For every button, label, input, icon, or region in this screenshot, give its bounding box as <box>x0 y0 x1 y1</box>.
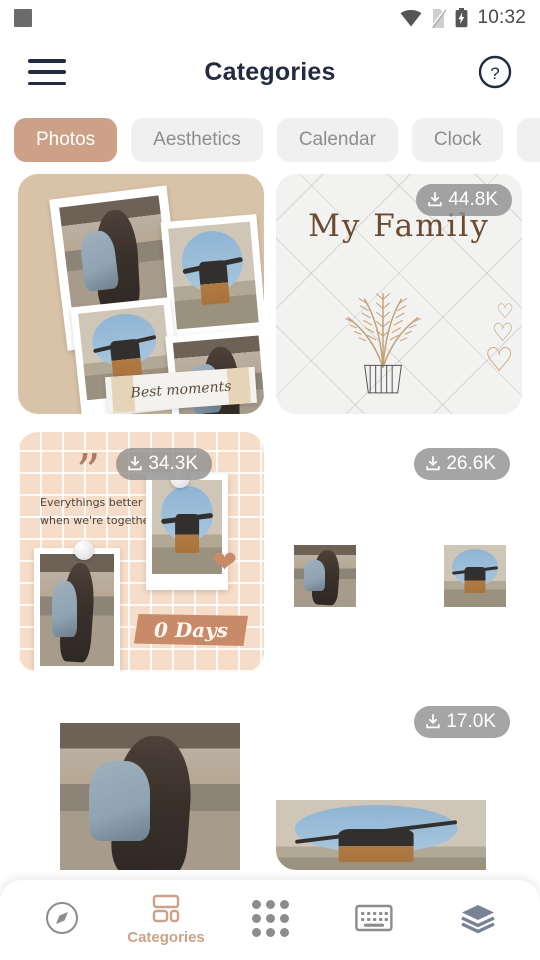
quote-mark-icon: ” <box>76 444 101 500</box>
photo-large <box>60 723 240 870</box>
nav-item-keyboard[interactable] <box>322 904 426 932</box>
days-badge: 0 Days <box>133 614 248 646</box>
help-circle-icon[interactable]: ? <box>478 55 512 89</box>
nav-item-categories[interactable]: Categories <box>114 891 218 946</box>
nav-item-apps[interactable] <box>218 899 322 937</box>
plant-illustration-icon <box>344 293 422 394</box>
chip-photos[interactable]: Photos <box>14 118 118 162</box>
status-bar-right: 10:32 <box>400 7 526 29</box>
layers-icon <box>461 905 495 933</box>
download-count-badge: 34.3K <box>116 448 212 480</box>
app-bar: Categories ? <box>0 36 540 108</box>
no-sim-icon <box>431 8 447 28</box>
nav-item-layers[interactable] <box>426 903 530 933</box>
polaroid-photo-6 <box>34 548 120 672</box>
template-card-portrait-wide[interactable]: 17.0K <box>276 690 522 870</box>
template-card-my-family[interactable]: My Family ♡ ♡ ♡ 44.8K <box>276 174 522 414</box>
wifi-icon <box>401 9 422 26</box>
download-count-text: 34.3K <box>148 453 198 474</box>
bottom-navigation-bar[interactable]: Categories <box>0 880 540 960</box>
chip-clock[interactable]: Clock <box>411 118 504 162</box>
template-row-1: Best moments My Family ♡ ♡ ♡ 44.8K <box>0 174 540 414</box>
chip-calendar[interactable]: Calendar <box>276 118 398 162</box>
dots-grid-icon <box>251 899 289 937</box>
nav-item-discover[interactable] <box>10 900 114 936</box>
download-count-badge: 17.0K <box>414 706 510 738</box>
template-row-3: 17.0K <box>0 690 540 870</box>
template-card-portrait-large[interactable] <box>18 690 264 870</box>
download-count-text: 26.6K <box>446 453 496 474</box>
chip-aesthetics[interactable]: Aesthetics <box>131 118 263 162</box>
download-count-text: 17.0K <box>446 711 496 732</box>
pin-icon <box>74 540 94 560</box>
template-card-white-collage[interactable]: 26.6K <box>276 432 522 672</box>
thumb-photo-1 <box>294 545 356 607</box>
download-icon <box>128 455 143 471</box>
status-bar: 10:32 <box>0 0 540 36</box>
download-icon <box>426 455 441 471</box>
status-bar-left <box>14 9 32 27</box>
thumb-photo-2 <box>444 545 506 607</box>
download-icon <box>428 191 443 207</box>
heart-icon: ♡ <box>484 341 514 379</box>
photo-wide <box>276 800 486 870</box>
download-count-text: 44.8K <box>448 189 498 210</box>
compass-icon <box>46 902 78 934</box>
battery-charging-icon <box>456 8 468 28</box>
heart-decorations: ♡ ♡ ♡ <box>484 302 514 379</box>
category-chip-list[interactable]: Photos Aesthetics Calendar Clock Colo <box>0 108 540 168</box>
heart-doodle-icon: ❤ <box>212 546 238 579</box>
download-count-badge: 44.8K <box>416 184 512 216</box>
page-title: Categories <box>204 57 336 86</box>
chip-colors[interactable]: Colo <box>517 118 540 162</box>
nav-label-categories: Categories <box>127 928 205 946</box>
status-bar-clock: 10:32 <box>477 7 526 28</box>
caption-best-moments: Best moments <box>130 378 232 402</box>
template-grid[interactable]: Best moments My Family ♡ ♡ ♡ 44.8K ” Eve… <box>0 174 540 960</box>
template-card-best-moments[interactable]: Best moments <box>18 174 264 414</box>
dashboard-layout-icon <box>152 894 180 922</box>
template-row-2: ” Everythings better when we're together… <box>0 432 540 672</box>
template-card-everythings-better[interactable]: ” Everythings better when we're together… <box>18 432 264 672</box>
keyboard-icon <box>355 904 393 932</box>
svg-text:?: ? <box>490 64 499 83</box>
hamburger-menu-icon[interactable] <box>28 59 66 85</box>
download-count-badge: 26.6K <box>414 448 510 480</box>
download-icon <box>426 713 441 729</box>
app-square-icon <box>14 9 32 27</box>
